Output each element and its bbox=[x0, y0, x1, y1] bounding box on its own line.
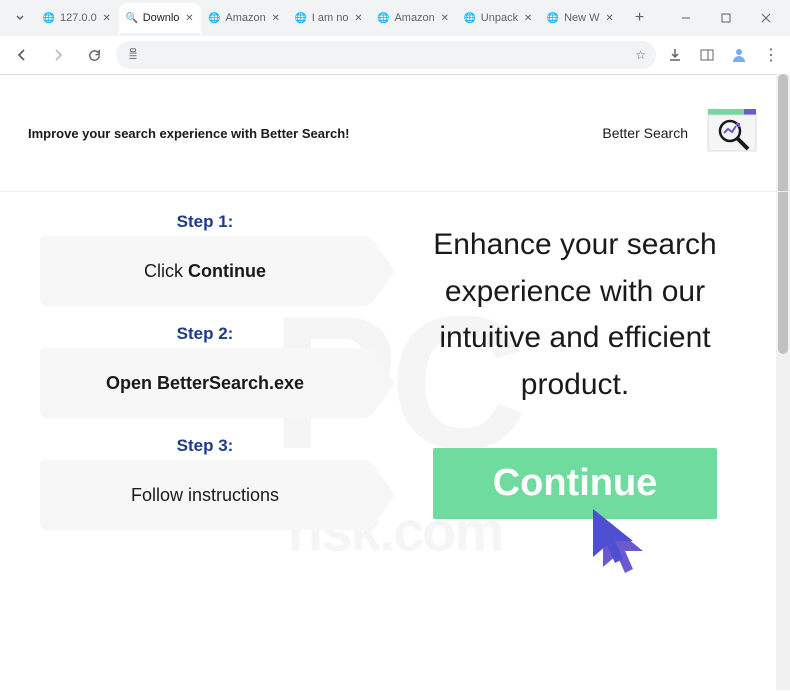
close-icon[interactable]: ✕ bbox=[604, 12, 616, 24]
close-icon[interactable]: ✕ bbox=[183, 12, 195, 24]
page-content: PC risk.com Improve your search experien… bbox=[0, 75, 790, 691]
globe-icon: 🌐 bbox=[463, 11, 477, 25]
step-1-bold: Continue bbox=[188, 261, 266, 281]
reload-button[interactable] bbox=[80, 41, 108, 69]
tab-1[interactable]: 🔍 Downlo ✕ bbox=[119, 3, 202, 33]
globe-icon: 🌐 bbox=[546, 11, 560, 25]
address-bar[interactable]: ☆ bbox=[116, 41, 656, 69]
globe-icon: 🌐 bbox=[376, 11, 390, 25]
search-icon: 🔍 bbox=[125, 11, 139, 25]
brand-name: Better Search bbox=[602, 125, 688, 141]
tagline: Improve your search experience with Bett… bbox=[28, 126, 350, 141]
close-icon[interactable]: ✕ bbox=[270, 12, 282, 24]
minimize-button[interactable] bbox=[666, 3, 706, 33]
back-button[interactable] bbox=[8, 41, 36, 69]
close-icon[interactable]: ✕ bbox=[101, 12, 113, 24]
step-2-bold: Open BetterSearch.exe bbox=[106, 373, 304, 393]
globe-icon: 🌐 bbox=[294, 11, 308, 25]
close-icon[interactable]: ✕ bbox=[522, 12, 534, 24]
tab-3[interactable]: 🌐 I am no ✕ bbox=[288, 3, 371, 33]
page-header: Improve your search experience with Bett… bbox=[0, 75, 790, 192]
step-2-box: Open BetterSearch.exe bbox=[40, 348, 370, 418]
cursor-graphic-icon bbox=[585, 509, 665, 594]
step-1-label: Step 1: bbox=[40, 212, 370, 232]
tab-title: 127.0.0 bbox=[60, 12, 97, 24]
brand-logo-icon bbox=[702, 103, 762, 163]
forward-button[interactable] bbox=[44, 41, 72, 69]
side-panel-icon[interactable] bbox=[696, 44, 718, 66]
tab-4[interactable]: 🌐 Amazon ✕ bbox=[370, 3, 456, 33]
close-icon[interactable]: ✕ bbox=[439, 12, 451, 24]
tab-2[interactable]: 🌐 Amazon ✕ bbox=[201, 3, 287, 33]
tab-title: New W bbox=[564, 12, 599, 24]
window-controls bbox=[666, 3, 786, 33]
site-settings-icon[interactable] bbox=[126, 47, 140, 64]
tab-title: Unpack bbox=[481, 12, 518, 24]
hero-column: Enhance your search experience with our … bbox=[400, 212, 750, 604]
menu-icon[interactable]: ⋮ bbox=[760, 44, 782, 66]
continue-button[interactable]: Continue bbox=[433, 448, 718, 519]
browser-chrome: 🌐 127.0.0 ✕ 🔍 Downlo ✕ 🌐 Amazon ✕ 🌐 I am… bbox=[0, 0, 790, 75]
step-3-prefix: Follow instructions bbox=[131, 485, 279, 505]
tab-strip: 🌐 127.0.0 ✕ 🔍 Downlo ✕ 🌐 Amazon ✕ 🌐 I am… bbox=[0, 0, 790, 36]
globe-icon: 🌐 bbox=[42, 11, 56, 25]
step-1-box: Click Continue bbox=[40, 236, 370, 306]
tab-5[interactable]: 🌐 Unpack ✕ bbox=[457, 3, 540, 33]
toolbar: ☆ ⋮ bbox=[0, 36, 790, 74]
tab-title: Downlo bbox=[143, 12, 180, 24]
bookmark-star-icon[interactable]: ☆ bbox=[635, 48, 646, 62]
step-2-label: Step 2: bbox=[40, 324, 370, 344]
close-icon[interactable]: ✕ bbox=[352, 12, 364, 24]
profile-avatar-icon[interactable] bbox=[728, 44, 750, 66]
tab-title: Amazon bbox=[394, 12, 434, 24]
downloads-icon[interactable] bbox=[664, 44, 686, 66]
tab-search-caret[interactable] bbox=[8, 6, 32, 30]
maximize-button[interactable] bbox=[706, 3, 746, 33]
step-3-label: Step 3: bbox=[40, 436, 370, 456]
tab-0[interactable]: 🌐 127.0.0 ✕ bbox=[36, 3, 119, 33]
tab-6[interactable]: 🌐 New W ✕ bbox=[540, 3, 621, 33]
steps-column: Step 1: Click Continue Step 2: Open Bett… bbox=[40, 212, 370, 604]
tab-title: Amazon bbox=[225, 12, 265, 24]
headline: Enhance your search experience with our … bbox=[400, 222, 750, 408]
step-3-box: Follow instructions bbox=[40, 460, 370, 530]
new-tab-button[interactable]: + bbox=[628, 6, 652, 30]
close-window-button[interactable] bbox=[746, 3, 786, 33]
step-1-prefix: Click bbox=[144, 261, 188, 281]
globe-icon: 🌐 bbox=[207, 11, 221, 25]
tab-title: I am no bbox=[312, 12, 349, 24]
